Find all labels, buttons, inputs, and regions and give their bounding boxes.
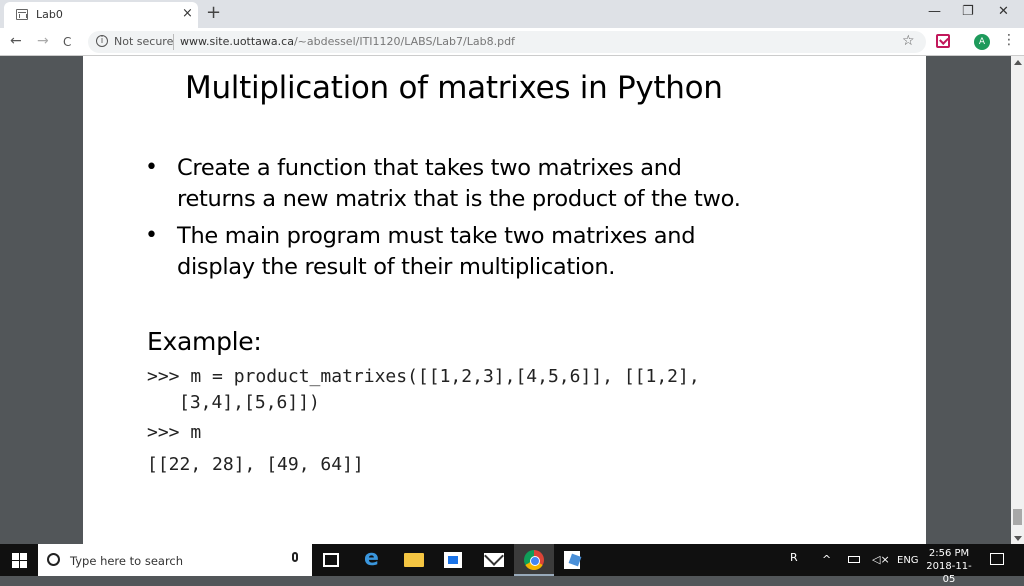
url-path: /~abdessel/ITI1120/LABS/Lab7/Lab8.pdf [293,35,515,48]
search-placeholder: Type here to search [70,554,184,568]
code-line-3: >>> m [147,422,202,443]
language-indicator[interactable]: ENG [897,555,919,566]
battery-icon[interactable] [848,556,860,563]
info-icon[interactable]: i [96,35,108,47]
code-line-1: >>> m = product_matrixes([[1,2,3],[4,5,6… [147,366,700,387]
browser-toolbar: ← → C i Not secure www.site.uottawa.ca/~… [0,28,1024,56]
example-heading: Example: [147,327,262,356]
pdf-viewer: Multiplication of matrixes in Python • C… [0,56,1024,544]
code-line-4: [[22, 28], [49, 64]] [147,454,364,475]
tab-strip: Lab0 × + — ❐ ✕ [0,0,1024,28]
windows-taskbar: Type here to search e R ^ ◁× ENG 2:56 PM… [0,544,1024,585]
people-icon[interactable]: R [790,551,798,564]
tab-title: Lab0 [36,8,63,21]
edge-browser-icon[interactable]: e [364,546,384,571]
clock-date: 2018-11-05 [926,561,972,585]
action-center-icon[interactable] [990,553,1004,565]
cortana-circle-icon [47,553,60,566]
minimize-button[interactable]: — [928,4,941,19]
snipping-tool-icon[interactable] [564,551,580,569]
browser-menu-icon[interactable]: ⋮ [1002,32,1016,48]
chrome-icon[interactable] [524,550,544,570]
system-clock[interactable]: 2:56 PM 2018-11-05 [920,547,978,586]
volume-muted-icon[interactable]: ◁× [872,553,890,566]
forward-button[interactable]: → [37,33,49,49]
pdf-extension-icon[interactable] [936,34,950,48]
reload-button[interactable]: C [63,35,71,49]
url-text[interactable]: www.site.uottawa.ca/~abdessel/ITI1120/LA… [180,35,515,48]
new-tab-button[interactable]: + [206,2,221,23]
file-explorer-icon[interactable] [404,553,424,567]
show-hidden-icons-icon[interactable]: ^ [822,553,831,566]
close-window-button[interactable]: ✕ [998,4,1009,19]
address-bar[interactable]: i Not secure www.site.uottawa.ca/~abdess… [88,31,926,53]
pdf-page: Multiplication of matrixes in Python • C… [83,56,926,544]
scroll-down-arrow-icon[interactable] [1014,536,1022,541]
omnibox-divider [173,34,174,50]
bullet-marker: • [145,223,158,248]
url-domain: www.site.uottawa.ca [180,35,294,48]
bookmark-star-icon[interactable]: ☆ [902,33,915,49]
university-favicon-icon [16,9,28,20]
bullet-marker: • [145,155,158,180]
mail-icon[interactable] [484,553,504,567]
tab-lab0[interactable]: Lab0 × [4,2,198,28]
scroll-thumb[interactable] [1013,509,1022,525]
restore-button[interactable]: ❐ [962,4,974,19]
taskbar-search-box[interactable]: Type here to search [38,544,312,576]
microphone-icon[interactable] [292,552,298,562]
bullet-2-line-1: The main program must take two matrixes … [177,223,696,249]
store-icon[interactable] [444,552,462,568]
task-view-icon[interactable] [323,553,339,567]
scroll-up-arrow-icon[interactable] [1014,60,1022,65]
code-line-2: [3,4],[5,6]]) [179,392,320,413]
vertical-scrollbar[interactable] [1011,56,1024,544]
profile-avatar[interactable]: A [974,34,990,50]
bullet-2-line-2: display the result of their multiplicati… [177,254,616,280]
security-label: Not secure [114,35,174,48]
back-button[interactable]: ← [10,33,22,49]
clock-time: 2:56 PM [928,548,970,559]
tab-close-button[interactable]: × [182,6,193,21]
bullet-1-line-1: Create a function that takes two matrixe… [177,155,682,181]
bullet-1-line-2: returns a new matrix that is the product… [177,186,741,212]
windows-start-icon[interactable] [12,553,27,568]
slide-title: Multiplication of matrixes in Python [185,70,723,106]
